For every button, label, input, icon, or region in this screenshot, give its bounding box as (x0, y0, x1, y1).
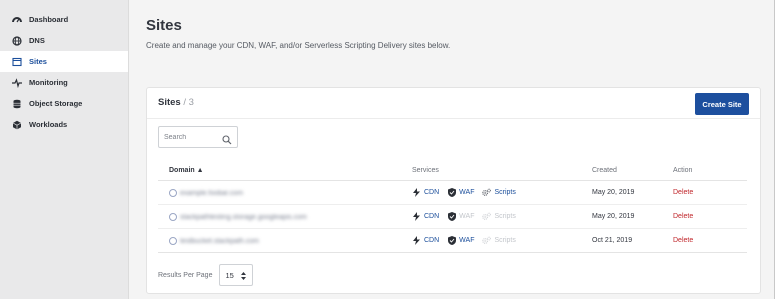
search-icon[interactable] (222, 132, 232, 145)
domain-name[interactable]: testbucket.stackpath.com (180, 238, 259, 245)
created-date: May 20, 2019 (592, 213, 635, 220)
search-box (158, 126, 238, 148)
service-scripts[interactable]: Scripts (482, 188, 516, 197)
table-header: Domain ▲ Services Created Action (158, 162, 747, 181)
create-site-button[interactable]: Create Site (695, 93, 749, 115)
sites-table: Domain ▲ Services Created Action example… (158, 162, 747, 253)
globe-icon (169, 213, 177, 221)
pulse-icon (12, 77, 22, 88)
service-cdn[interactable]: CDN (412, 212, 439, 221)
service-cdn[interactable]: CDN (412, 236, 439, 245)
shield-icon (447, 236, 456, 245)
sidebar-item-object-storage[interactable]: Object Storage (0, 93, 128, 114)
search-input[interactable] (164, 131, 219, 144)
service-label: CDN (424, 213, 440, 220)
domain-cell[interactable]: stackpathtesting.storage.googleapis.com (169, 213, 307, 221)
service-label: Scripts (494, 213, 516, 220)
card-title-text: Sites (158, 97, 181, 108)
results-per-page-label: Results Per Page (158, 271, 213, 279)
sidebar-item-label: Monitoring (29, 78, 68, 87)
service-label: WAF (459, 213, 475, 220)
site-count: / 3 (183, 97, 194, 108)
lightning-bolt-icon (412, 236, 421, 245)
domain-cell[interactable]: testbucket.stackpath.com (169, 237, 259, 245)
service-label: CDN (424, 189, 440, 196)
globe-icon (169, 189, 177, 197)
service-scripts[interactable]: Scripts (482, 236, 516, 245)
created-date: May 20, 2019 (592, 189, 635, 196)
gears-icon (482, 188, 492, 197)
sidebar-item-dashboard[interactable]: Dashboard (0, 9, 128, 30)
sites-card: Sites / 3 Create Site Domain ▲ Services … (146, 87, 761, 294)
cube-icon (12, 120, 22, 130)
globe-icon (169, 237, 177, 245)
service-label: WAF (459, 189, 475, 196)
services-cell: CDN WAF Scripts (412, 236, 524, 245)
column-header-action: Action (673, 167, 693, 174)
sidebar-item-label: Dashboard (29, 15, 69, 24)
service-waf[interactable]: WAF (447, 236, 474, 245)
results-per-page: Results Per Page 15 (158, 264, 254, 286)
lightning-bolt-icon (412, 212, 421, 221)
database-icon (12, 99, 22, 109)
table-row[interactable]: example.foobar.com CDN WAF Scripts May 2… (158, 181, 747, 205)
service-waf[interactable]: WAF (447, 188, 474, 197)
lightning-bolt-icon (412, 188, 421, 197)
service-label: WAF (459, 237, 475, 244)
sidebar-item-label: DNS (29, 36, 45, 45)
domain-name[interactable]: example.foobar.com (180, 190, 243, 197)
service-cdn[interactable]: CDN (412, 188, 439, 197)
domain-cell[interactable]: example.foobar.com (169, 189, 243, 197)
page-subtitle: Create and manage your CDN, WAF, and/or … (146, 41, 451, 50)
gears-icon (482, 212, 492, 221)
sidebar-item-label: Object Storage (29, 99, 83, 108)
delete-link[interactable]: Delete (673, 237, 693, 244)
created-date: Oct 21, 2019 (592, 237, 633, 244)
domain-name[interactable]: stackpathtesting.storage.googleapis.com (180, 214, 307, 221)
results-per-page-value: 15 (225, 270, 234, 280)
service-label: Scripts (494, 237, 516, 244)
gears-icon (482, 236, 492, 245)
sort-caret-icon (240, 271, 247, 281)
shield-icon (447, 188, 456, 197)
service-label: Scripts (494, 189, 516, 196)
column-header-domain[interactable]: Domain ▲ (169, 167, 204, 174)
service-label: CDN (424, 237, 440, 244)
sidebar-item-label: Sites (29, 57, 47, 66)
service-scripts[interactable]: Scripts (482, 212, 516, 221)
shield-icon (447, 212, 456, 221)
delete-link[interactable]: Delete (673, 189, 693, 196)
dashboard-gauge-icon (12, 15, 22, 25)
browser-window-icon (12, 57, 22, 67)
page-title: Sites (146, 17, 182, 34)
card-header: Sites / 3 Create Site (147, 88, 760, 119)
sidebar-item-dns[interactable]: DNS (0, 30, 128, 51)
sidebar: Dashboard DNS Sites Monitoring Object St… (0, 0, 129, 299)
sidebar-item-workloads[interactable]: Workloads (0, 114, 128, 135)
table-row[interactable]: testbucket.stackpath.com CDN WAF Scripts (158, 229, 747, 253)
column-header-services: Services (412, 167, 439, 174)
service-waf[interactable]: WAF (447, 212, 474, 221)
card-title: Sites / 3 (158, 97, 194, 108)
sidebar-item-sites[interactable]: Sites (0, 51, 128, 72)
sidebar-item-label: Workloads (29, 120, 68, 129)
globe-icon (12, 35, 22, 46)
services-cell: CDN WAF Scripts (412, 212, 524, 221)
delete-link[interactable]: Delete (673, 213, 693, 220)
column-header-created: Created (592, 167, 617, 174)
services-cell: CDN WAF Scripts (412, 188, 524, 197)
main-content: Sites Create and manage your CDN, WAF, a… (129, 0, 775, 299)
results-per-page-select[interactable]: 15 (219, 264, 254, 286)
table-row[interactable]: stackpathtesting.storage.googleapis.com … (158, 205, 747, 229)
sidebar-item-monitoring[interactable]: Monitoring (0, 72, 128, 93)
